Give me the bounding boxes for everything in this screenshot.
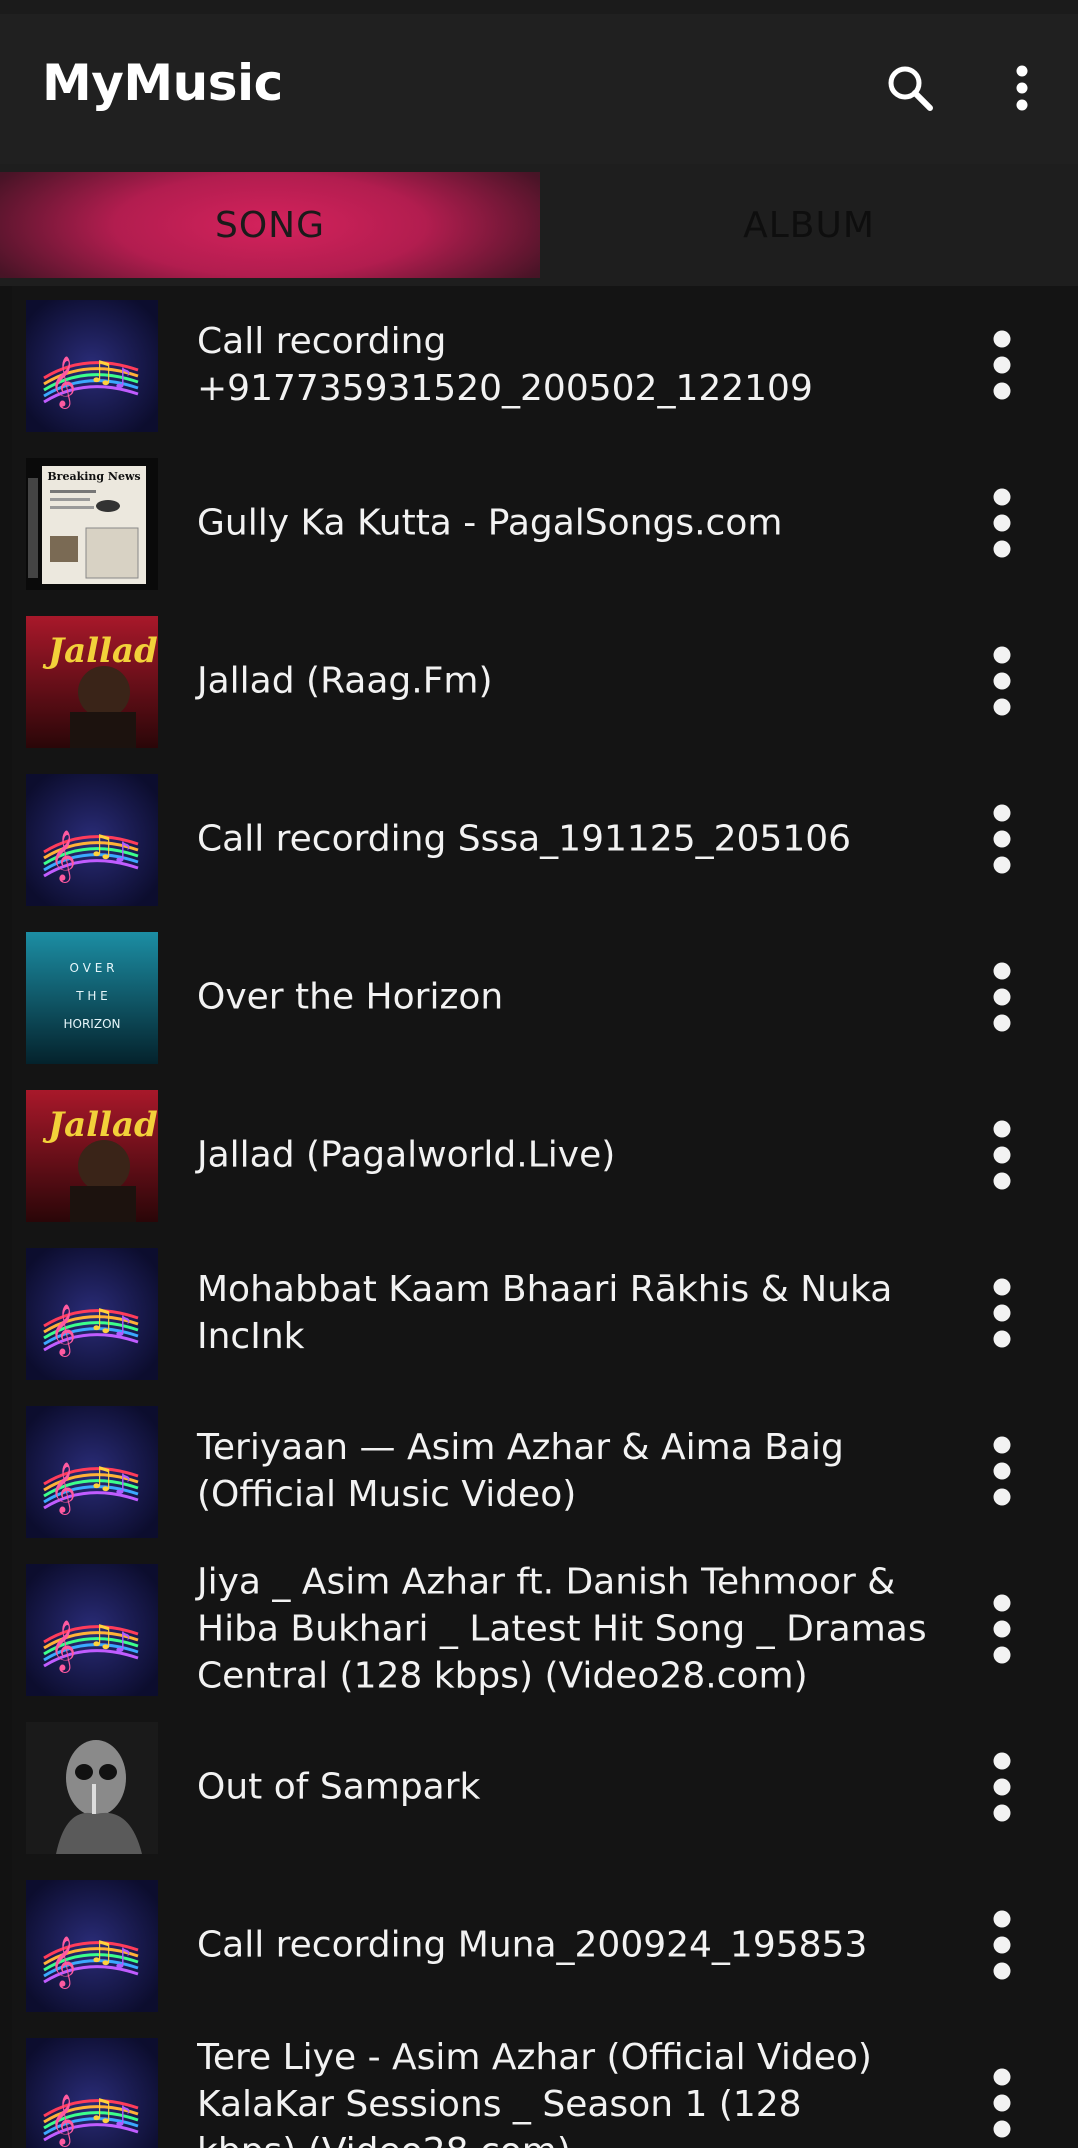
song-row[interactable]: 𝄞 ♫ ♪ Call recording Sssa_191125_205106 bbox=[12, 760, 1078, 918]
song-options-button[interactable] bbox=[972, 1742, 1032, 1832]
song-options-button[interactable] bbox=[972, 478, 1032, 568]
song-options-button[interactable] bbox=[972, 794, 1032, 884]
song-row[interactable]: Out of Sampark bbox=[12, 1708, 1078, 1866]
song-options-button[interactable] bbox=[972, 1426, 1032, 1516]
music-notes-art: 𝄞 ♫ ♪ bbox=[26, 1880, 158, 2012]
song-options-button[interactable] bbox=[972, 952, 1032, 1042]
song-row[interactable]: 𝄞 ♫ ♪ Tere Liye - Asim Azhar (Official V… bbox=[12, 2024, 1078, 2148]
music-notes-art: 𝄞 ♫ ♪ bbox=[26, 1248, 158, 1380]
music-notes-art: 𝄞 ♫ ♪ bbox=[26, 1564, 158, 1696]
svg-text:♫: ♫ bbox=[88, 1935, 115, 1970]
song-title: Jiya _ Asim Azhar ft. Danish Tehmoor & H… bbox=[197, 1561, 927, 1697]
svg-text:Jallad: Jallad bbox=[42, 1105, 158, 1145]
svg-text:♪: ♪ bbox=[114, 1468, 132, 1501]
more-vert-icon bbox=[993, 1120, 1011, 1190]
song-options-button[interactable] bbox=[972, 1584, 1032, 1674]
svg-text:𝄞: 𝄞 bbox=[50, 1462, 76, 1515]
svg-text:𝄞: 𝄞 bbox=[50, 830, 76, 883]
song-title: Call recording +917735931520_200502_1221… bbox=[197, 321, 813, 409]
song-row[interactable]: 𝄞 ♫ ♪ Mohabbat Kaam Bhaari Rākhis & Nuka… bbox=[12, 1234, 1078, 1392]
svg-text:𝄞: 𝄞 bbox=[50, 356, 76, 409]
song-row[interactable]: Jallad Jallad (Pagalworld.Live) bbox=[12, 1076, 1078, 1234]
svg-text:♫: ♫ bbox=[88, 1461, 115, 1496]
svg-text:♪: ♪ bbox=[114, 362, 132, 395]
song-row[interactable]: O V E R T H E HORIZON Over the Horizon bbox=[12, 918, 1078, 1076]
svg-text:♫: ♫ bbox=[88, 1303, 115, 1338]
song-title: Call recording Sssa_191125_205106 bbox=[197, 818, 852, 860]
search-button[interactable] bbox=[870, 48, 950, 128]
song-row[interactable]: 𝄞 ♫ ♪ Jiya _ Asim Azhar ft. Danish Tehmo… bbox=[12, 1550, 1078, 1708]
more-vert-icon bbox=[993, 1910, 1011, 1980]
music-notes-art: 𝄞 ♫ ♪ bbox=[26, 1406, 158, 1538]
song-options-button[interactable] bbox=[972, 1900, 1032, 1990]
song-options-button[interactable] bbox=[972, 636, 1032, 726]
song-title: Tere Liye - Asim Azhar (Official Video) … bbox=[197, 2037, 872, 2148]
tab-song[interactable]: SONG bbox=[0, 172, 540, 278]
song-title: Call recording Muna_200924_195853 bbox=[197, 1924, 868, 1966]
app-screen: MyMusic SONG ALBUM 𝄞 ♫ ♪ Call recording … bbox=[0, 0, 1078, 2148]
svg-text:𝄞: 𝄞 bbox=[50, 2094, 76, 2147]
more-vert-icon bbox=[1016, 65, 1028, 111]
song-title: Mohabbat Kaam Bhaari Rākhis & Nuka IncIn… bbox=[197, 1269, 893, 1357]
overflow-menu-button[interactable] bbox=[982, 48, 1062, 128]
svg-text:𝄞: 𝄞 bbox=[50, 1936, 76, 1989]
svg-text:♫: ♫ bbox=[88, 355, 115, 390]
more-vert-icon bbox=[993, 488, 1011, 558]
svg-text:♪: ♪ bbox=[114, 1942, 132, 1975]
app-title: MyMusic bbox=[42, 54, 283, 112]
song-row[interactable]: 𝄞 ♫ ♪ Teriyaan — Asim Azhar & Aima Baig … bbox=[12, 1392, 1078, 1550]
song-options-button[interactable] bbox=[972, 2058, 1032, 2148]
song-options-button[interactable] bbox=[972, 320, 1032, 410]
jallad-art: Jallad bbox=[26, 1090, 158, 1222]
more-vert-icon bbox=[993, 646, 1011, 716]
more-vert-icon bbox=[993, 330, 1011, 400]
music-notes-art: 𝄞 ♫ ♪ bbox=[26, 300, 158, 432]
music-notes-art: 𝄞 ♫ ♪ bbox=[26, 2038, 158, 2148]
svg-text:♪: ♪ bbox=[114, 1626, 132, 1659]
svg-text:Jallad: Jallad bbox=[42, 631, 158, 671]
song-row[interactable]: 𝄞 ♫ ♪ Call recording Muna_200924_195853 bbox=[12, 1866, 1078, 2024]
svg-text:T H E: T H E bbox=[75, 989, 108, 1003]
over-the-horizon-art: O V E R T H E HORIZON bbox=[26, 932, 158, 1064]
song-row[interactable]: Breaking News Gully Ka Kutta - PagalSong… bbox=[12, 444, 1078, 602]
song-options-button[interactable] bbox=[972, 1110, 1032, 1200]
more-vert-icon bbox=[993, 804, 1011, 874]
tab-album[interactable]: ALBUM bbox=[540, 172, 1078, 278]
song-title: Teriyaan — Asim Azhar & Aima Baig (Offic… bbox=[197, 1427, 844, 1515]
svg-text:O V E R: O V E R bbox=[69, 961, 114, 975]
song-list[interactable]: 𝄞 ♫ ♪ Call recording +917735931520_20050… bbox=[12, 286, 1078, 2148]
app-bar: MyMusic bbox=[0, 14, 1078, 164]
song-title: Jallad (Pagalworld.Live) bbox=[197, 1134, 616, 1176]
song-title: Out of Sampark bbox=[197, 1766, 481, 1808]
status-bar bbox=[0, 0, 1078, 14]
svg-text:♪: ♪ bbox=[114, 1310, 132, 1343]
more-vert-icon bbox=[993, 962, 1011, 1032]
tab-bar: SONG ALBUM bbox=[0, 164, 1078, 286]
song-title: Jallad (Raag.Fm) bbox=[197, 660, 493, 702]
song-title: Gully Ka Kutta - PagalSongs.com bbox=[197, 502, 783, 544]
more-vert-icon bbox=[993, 2068, 1011, 2138]
song-options-button[interactable] bbox=[972, 1268, 1032, 1358]
more-vert-icon bbox=[993, 1278, 1011, 1348]
svg-text:♫: ♫ bbox=[88, 1619, 115, 1654]
svg-text:Breaking News: Breaking News bbox=[47, 470, 140, 483]
song-title: Over the Horizon bbox=[197, 976, 504, 1018]
breaking-news-art: Breaking News bbox=[26, 458, 158, 590]
svg-text:HORIZON: HORIZON bbox=[64, 1017, 121, 1031]
svg-text:♪: ♪ bbox=[114, 836, 132, 869]
more-vert-icon bbox=[993, 1436, 1011, 1506]
song-row[interactable]: 𝄞 ♫ ♪ Call recording +917735931520_20050… bbox=[12, 286, 1078, 444]
music-notes-art: 𝄞 ♫ ♪ bbox=[26, 774, 158, 906]
more-vert-icon bbox=[993, 1752, 1011, 1822]
more-vert-icon bbox=[993, 1594, 1011, 1664]
jallad-art: Jallad bbox=[26, 616, 158, 748]
svg-text:♪: ♪ bbox=[114, 2100, 132, 2133]
svg-text:𝄞: 𝄞 bbox=[50, 1620, 76, 1673]
svg-text:♫: ♫ bbox=[88, 829, 115, 864]
artist-portrait-art bbox=[26, 1722, 158, 1854]
svg-text:𝄞: 𝄞 bbox=[50, 1304, 76, 1357]
svg-text:♫: ♫ bbox=[88, 2093, 115, 2128]
song-row[interactable]: Jallad Jallad (Raag.Fm) bbox=[12, 602, 1078, 760]
search-icon bbox=[888, 66, 933, 111]
